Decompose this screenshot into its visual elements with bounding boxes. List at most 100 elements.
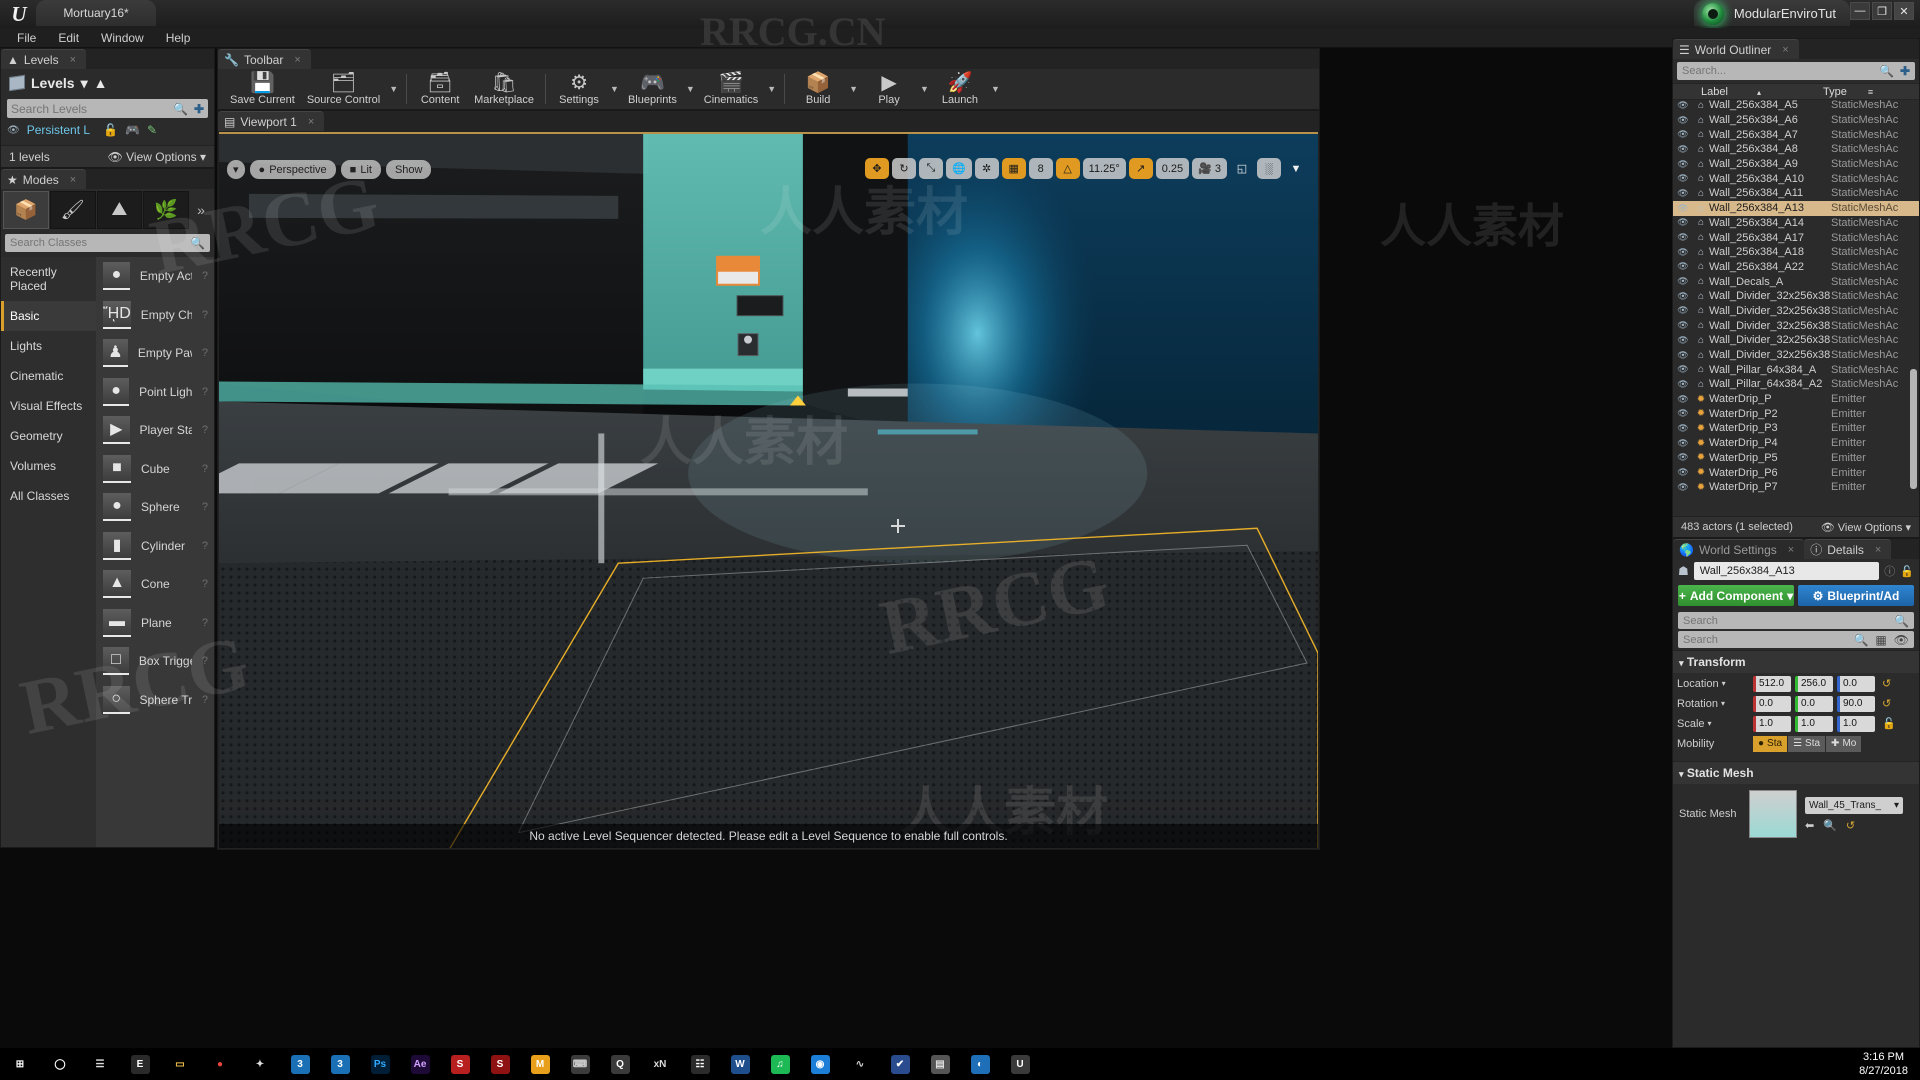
eye-icon[interactable]: 👁 (1673, 452, 1693, 463)
toolbar-dropdown-caret-icon[interactable]: ▼ (846, 70, 861, 108)
levels-search-row[interactable]: 🔍 ✚ (7, 99, 208, 118)
category-recently-placed[interactable]: Recently Placed (1, 257, 96, 301)
outliner-search-row[interactable]: 🔍 ✚ (1677, 62, 1915, 80)
quixel-icon[interactable]: Q (600, 1048, 640, 1080)
lock-icon[interactable]: 🔓 (103, 123, 118, 137)
eye-icon[interactable]: 👁 (1673, 188, 1693, 199)
category-geometry[interactable]: Geometry (1, 421, 96, 451)
word-icon[interactable]: W (720, 1048, 760, 1080)
eye-icon[interactable]: 👁 (1673, 423, 1693, 434)
scale-z-field[interactable]: 1.0 (1837, 715, 1875, 732)
eye-icon[interactable]: 👁 (1673, 115, 1693, 126)
terminal-icon[interactable]: ⌨ (560, 1048, 600, 1080)
category-visual-effects[interactable]: Visual Effects (1, 391, 96, 421)
project-tab[interactable]: ModularEnviroTut (1693, 0, 1850, 26)
eye-icon[interactable]: 👁 (1673, 203, 1693, 214)
outliner-row[interactable]: 👁 ✹ WaterDrip_P7 Emitter (1673, 480, 1919, 495)
property-search-row[interactable]: 🔍 ▦ 👁 (1678, 631, 1914, 648)
outliner-scrollbar[interactable] (1910, 369, 1917, 489)
more-modes-button[interactable]: » (190, 191, 212, 229)
cortana-icon[interactable]: ◯ (40, 1048, 80, 1080)
lit-mode-button[interactable]: ■ Lit (340, 160, 381, 179)
eye-icon[interactable]: 👁 (1673, 379, 1693, 390)
rotation-snap-toggle[interactable]: △ (1055, 158, 1080, 179)
toolbar-dropdown-caret-icon[interactable]: ▼ (764, 70, 779, 108)
eye-icon[interactable]: 👁 (1673, 159, 1693, 170)
eye-icon[interactable]: 👁 (1673, 247, 1693, 258)
scale-lock-icon[interactable]: 🔓 (1882, 717, 1896, 730)
outliner-row[interactable]: 👁 ⌂ Wall_256x384_A18 StaticMeshAc (1673, 245, 1919, 260)
tab-world-settings[interactable]: 🌎 World Settings × (1673, 539, 1805, 559)
outliner-row[interactable]: 👁 ⌂ Wall_Divider_32x256x38 StaticMeshAc (1673, 304, 1919, 319)
placement-item-help-icon[interactable]: ? (202, 309, 208, 321)
placement-item-help-icon[interactable]: ? (202, 270, 208, 282)
toolbar-dropdown-caret-icon[interactable]: ▼ (607, 70, 622, 108)
eye-icon[interactable]: 👁 (1673, 408, 1693, 419)
add-item-icon[interactable]: ✚ (1900, 64, 1910, 78)
menu-item-help[interactable]: Help (155, 29, 202, 47)
search-classes-input[interactable] (10, 237, 191, 249)
3dsmax-icon[interactable]: 3 (280, 1048, 320, 1080)
levels-header-caret-icon[interactable]: ▾ (81, 75, 88, 92)
eye-icon[interactable]: 👁 (1673, 291, 1693, 302)
scale-x-field[interactable]: 1.0 (1753, 715, 1791, 732)
mobility-movable-button[interactable]: ✚ Mo (1826, 735, 1862, 752)
outliner-row[interactable]: 👁 ⌂ Wall_256x384_A14 StaticMeshAc (1673, 216, 1919, 231)
placement-item-help-icon[interactable]: ? (202, 617, 208, 629)
placement-item[interactable]: ● Point Light? (96, 373, 214, 412)
notes-icon[interactable]: ▤ (920, 1048, 960, 1080)
add-component-button[interactable]: + Add Component ▾ (1678, 585, 1794, 606)
toolbar-dropdown-caret-icon[interactable]: ▼ (988, 70, 1003, 108)
eye-icon[interactable]: 👁 (1673, 276, 1693, 287)
static-mesh-thumbnail[interactable] (1749, 790, 1797, 838)
menu-item-window[interactable]: Window (90, 29, 155, 47)
rotation-snap-value[interactable]: 11.25° (1082, 158, 1126, 179)
tab-world-outliner[interactable]: ☰ World Outliner × (1673, 39, 1799, 59)
view-mode-button[interactable]: ● Perspective (249, 160, 336, 179)
viewport-tab-close-icon[interactable]: × (308, 116, 314, 128)
outliner-tab-close-icon[interactable]: × (1782, 44, 1788, 56)
outliner-row[interactable]: 👁 ✹ WaterDrip_P2 Emitter (1673, 406, 1919, 421)
category-lights[interactable]: Lights (1, 331, 96, 361)
placement-item-help-icon[interactable]: ? (202, 694, 208, 706)
outliner-row[interactable]: 👁 ⌂ Wall_Pillar_64x384_A StaticMeshAc (1673, 362, 1919, 377)
tab-toolbar[interactable]: 🔧 Toolbar × (218, 49, 311, 69)
placement-item-help-icon[interactable]: ? (202, 463, 208, 475)
eye-icon[interactable]: 👁 (7, 125, 20, 136)
outliner-row[interactable]: 👁 ⌂ Wall_256x384_A17 StaticMeshAc (1673, 230, 1919, 245)
category-cinematic[interactable]: Cinematic (1, 361, 96, 391)
levels-search-input[interactable] (11, 101, 173, 116)
toolbar-button-save-current[interactable]: 💾 Save Current (224, 70, 301, 108)
translate-tool[interactable]: ✥ (864, 158, 889, 179)
tab-viewport-1[interactable]: ▤ Viewport 1 × (218, 111, 325, 131)
toolbar-button-launch[interactable]: 🚀 Launch (932, 70, 988, 108)
column-label-header[interactable]: Label ▴ (1673, 86, 1823, 98)
uv-tool-icon[interactable]: ✦ (240, 1048, 280, 1080)
outliner-search-input[interactable] (1682, 65, 1879, 77)
toolbar-button-source-control[interactable]: 🗂 Source Control (301, 70, 386, 108)
persistent-level-row[interactable]: 👁 Persistent L 🔓 🎮 ✎ (1, 120, 214, 140)
3dsmax-2-icon[interactable]: 3 (320, 1048, 360, 1080)
toolbar-dropdown-caret-icon[interactable]: ▼ (683, 70, 698, 108)
eye-icon[interactable]: 👁 (1673, 364, 1693, 375)
outliner-row[interactable]: 👁 ⌂ Wall_Divider_32x256x38 StaticMeshAc (1673, 333, 1919, 348)
world-settings-tab-close-icon[interactable]: × (1788, 544, 1794, 556)
toolbar-button-marketplace[interactable]: 🛍 Marketplace (468, 70, 540, 108)
aftereffects-icon[interactable]: Ae (400, 1048, 440, 1080)
column-type-header[interactable]: Type ≡ (1823, 86, 1919, 98)
placement-item[interactable]: ᾜD Empty Cha? (96, 296, 214, 335)
component-search-row[interactable]: 🔍 (1678, 612, 1914, 629)
placement-item-help-icon[interactable]: ? (202, 424, 208, 436)
rotation-x-field[interactable]: 0.0 (1753, 695, 1791, 712)
marmoset-icon[interactable]: M (520, 1048, 560, 1080)
landscape-mode-icon[interactable]: ⛰ (96, 191, 143, 229)
outliner-row[interactable]: 👁 ⌂ Wall_256x384_A10 StaticMeshAc (1673, 171, 1919, 186)
epic-launcher-icon[interactable]: E (120, 1048, 160, 1080)
eye-icon[interactable]: 👁 (1673, 144, 1693, 155)
taskbar-clock[interactable]: 3:16 PM 8/27/2018 (1859, 1050, 1908, 1078)
placement-item[interactable]: ○ Sphere Tri? (96, 681, 214, 720)
rotation-z-field[interactable]: 90.0 (1837, 695, 1875, 712)
eye-icon[interactable]: 👁 (1673, 335, 1693, 346)
eye-icon[interactable]: 👁 (1673, 394, 1693, 405)
outliner-row[interactable]: 👁 ⌂ Wall_Divider_32x256x38 StaticMeshAc (1673, 348, 1919, 363)
